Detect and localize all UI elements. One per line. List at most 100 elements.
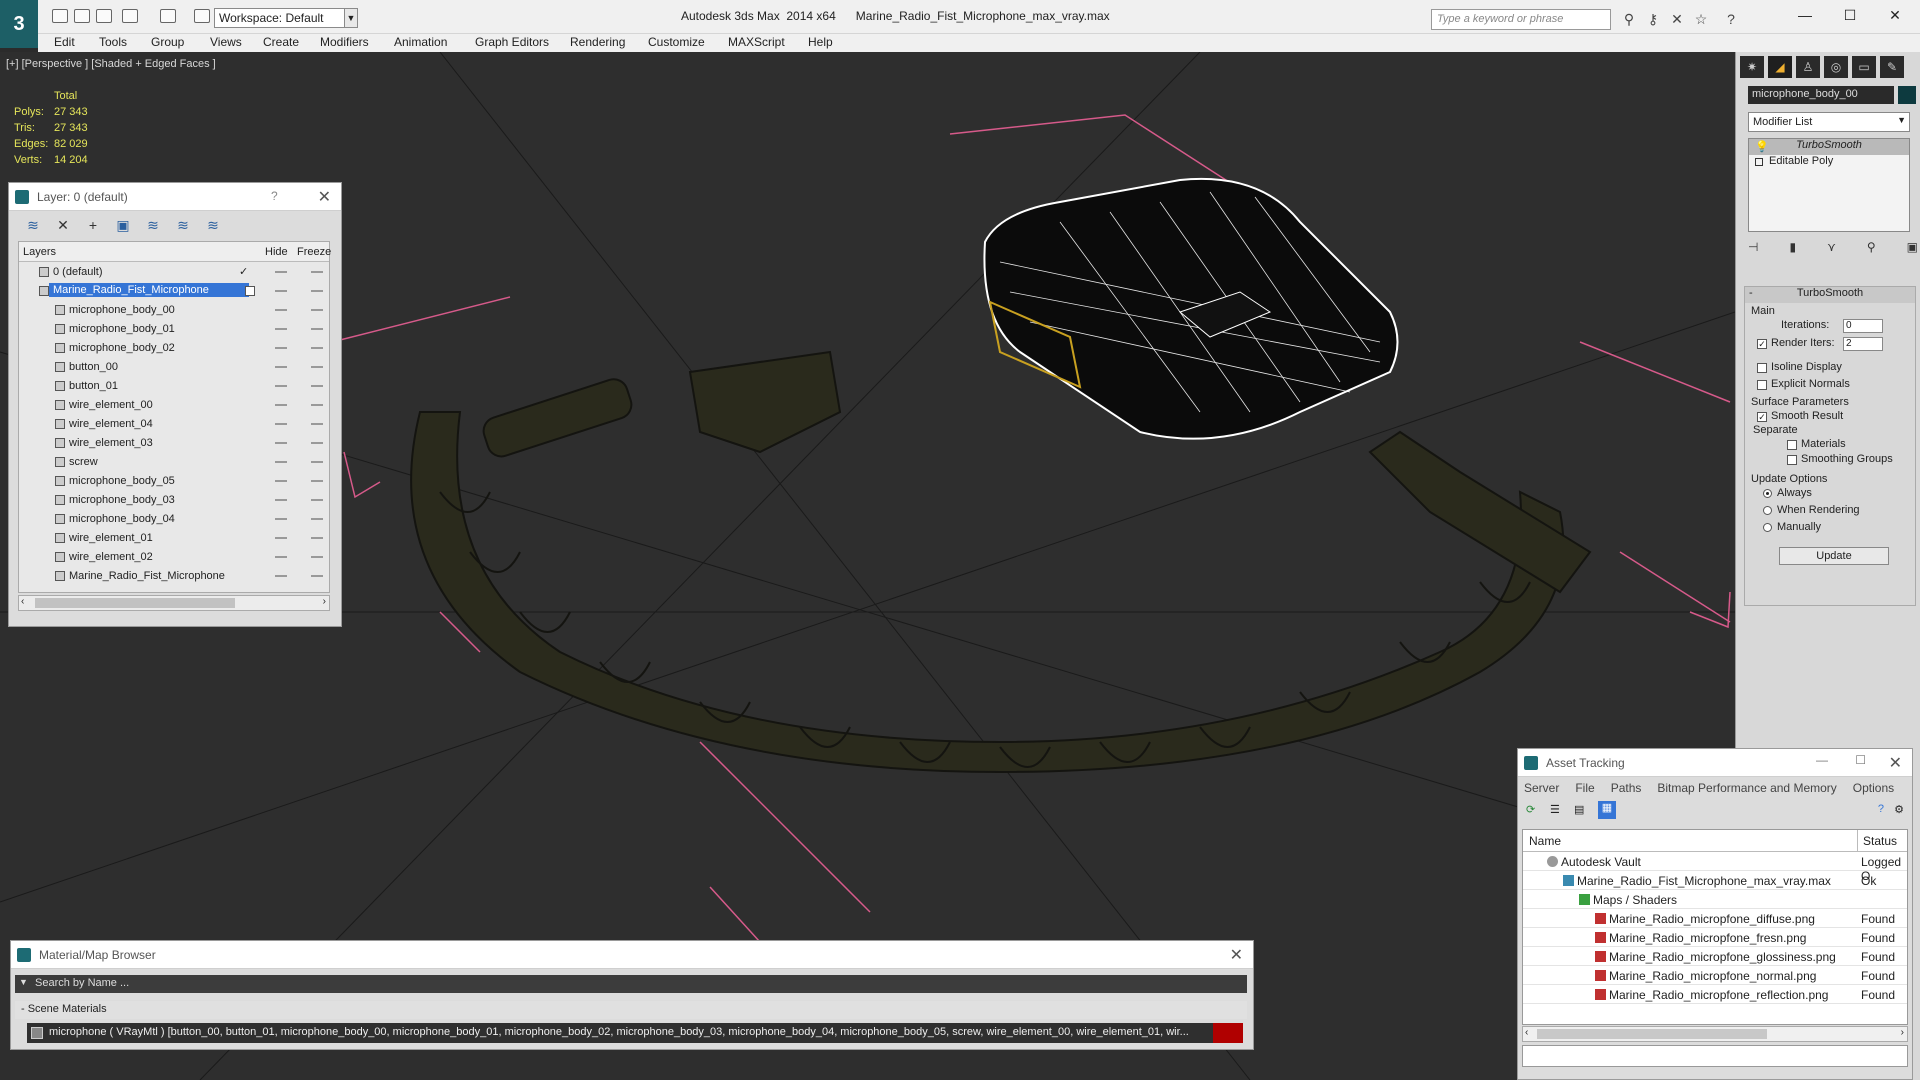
scroll-left-icon[interactable]: ‹ [1525,1027,1528,1038]
remove-modifier-icon[interactable]: ⚲ [1867,240,1876,260]
display-tab-icon[interactable]: ▭ [1852,56,1876,78]
hide-toggle[interactable] [275,575,287,577]
freeze-toggle[interactable] [311,442,323,444]
delete-layer-icon[interactable]: ✕ [53,217,73,235]
column-layers[interactable]: Layers [23,246,56,258]
refresh-icon[interactable]: ⟳ [1526,803,1535,816]
hide-toggle[interactable] [275,442,287,444]
project-folder-icon[interactable] [194,9,210,23]
hide-toggle[interactable] [275,556,287,558]
material-search-input[interactable]: ▼ Search by Name ... [15,975,1247,993]
column-status[interactable]: Status [1863,834,1897,848]
column-name[interactable]: Name [1529,834,1561,848]
update-button[interactable]: Update [1779,547,1889,565]
binoculars-icon[interactable]: ⚲ [1621,11,1637,27]
column-hide[interactable]: Hide [265,246,288,258]
asset-horizontal-scrollbar[interactable]: ‹ › [1522,1026,1908,1042]
scroll-left-icon[interactable]: ‹ [21,596,24,607]
hide-toggle[interactable] [275,309,287,311]
menu-server[interactable]: Server [1524,781,1559,795]
layer-row[interactable]: wire_element_03 [19,434,329,453]
smoothing-groups-checkbox[interactable] [1787,455,1797,465]
hide-toggle[interactable] [275,423,287,425]
layer-row[interactable]: wire_element_04 [19,415,329,434]
layer-list[interactable]: Layers Hide Freeze 0 (default) ✓ Marine_R… [18,241,331,593]
chevron-down-icon[interactable]: ▼ [19,977,28,987]
help-icon[interactable]: ? [1878,803,1884,815]
utilities-tab-icon[interactable]: ✎ [1880,56,1904,78]
asset-row[interactable]: Marine_Radio_micropfone_normal.png Found [1523,966,1907,985]
collapse-icon[interactable]: - [1749,287,1753,299]
viewport-label[interactable]: [+] [Perspective ] [Shaded + Edged Faces… [6,58,216,70]
menu-options[interactable]: Options [1853,781,1894,795]
tree-view-icon[interactable]: ▤ [1574,803,1584,816]
freeze-toggle[interactable] [311,480,323,482]
isoline-checkbox[interactable] [1757,363,1767,373]
asset-row[interactable]: Maps / Shaders [1523,890,1907,909]
layer-row[interactable]: 0 (default) ✓ [19,263,329,282]
scene-materials-group[interactable]: - Scene Materials [15,1001,1247,1019]
select-objects-icon[interactable]: ▣ [113,217,133,235]
layer-row[interactable]: button_01 [19,377,329,396]
freeze-toggle[interactable] [311,328,323,330]
maximize-button[interactable]: ☐ [1855,753,1866,767]
table-view-icon[interactable]: ▦ [1598,801,1616,819]
layer-row[interactable]: microphone_body_00 [19,301,329,320]
create-layer-icon[interactable]: ≋ [23,217,43,235]
freeze-toggle[interactable] [311,575,323,577]
layer-row[interactable]: wire_element_02 [19,548,329,567]
create-tab-icon[interactable]: ✷ [1740,56,1764,78]
layer-row[interactable]: Marine_Radio_Fist_Microphone [19,567,329,586]
scrollbar-thumb[interactable] [35,598,235,608]
highlight-layer-icon[interactable]: ≋ [143,217,163,235]
hide-toggle[interactable] [275,537,287,539]
freeze-toggle[interactable] [311,309,323,311]
menu-views[interactable]: Views [210,35,242,49]
make-unique-icon[interactable]: ⋎ [1827,240,1836,260]
hide-toggle[interactable] [275,271,287,273]
close-icon[interactable]: ✕ [318,187,331,207]
hide-all-layers-icon[interactable]: ≋ [173,217,193,235]
maximize-button[interactable]: ☐ [1835,5,1865,25]
minimize-button[interactable]: — [1790,5,1820,25]
freeze-toggle[interactable] [311,290,323,292]
minimize-button[interactable]: — [1816,753,1828,767]
close-icon[interactable]: ✕ [1230,945,1243,965]
menu-rendering[interactable]: Rendering [570,35,625,49]
lightbulb-icon[interactable]: 💡 [1755,140,1769,153]
layer-row[interactable]: microphone_body_02 [19,339,329,358]
star-icon[interactable]: ☆ [1693,11,1709,27]
motion-tab-icon[interactable]: ◎ [1824,56,1848,78]
redo-icon[interactable] [160,9,176,23]
menu-group[interactable]: Group [151,35,184,49]
configure-sets-icon[interactable]: ▣ [1907,240,1918,260]
freeze-toggle[interactable] [311,499,323,501]
menu-tools[interactable]: Tools [99,35,127,49]
object-name-field[interactable]: microphone_body_00 [1748,86,1894,104]
modifier-stack[interactable]: 💡 TurboSmooth Editable Poly [1748,138,1910,232]
material-panel-titlebar[interactable]: Material/Map Browser ✕ [11,941,1253,969]
hide-toggle[interactable] [275,404,287,406]
asset-panel-titlebar[interactable]: Asset Tracking — ☐ ✕ [1518,749,1912,777]
hide-toggle[interactable] [275,366,287,368]
material-item[interactable]: microphone ( VRayMtl ) [button_00, butto… [27,1023,1243,1043]
menu-paths[interactable]: Paths [1611,781,1642,795]
hide-toggle[interactable] [275,480,287,482]
layer-row[interactable]: wire_element_01 [19,529,329,548]
layer-row[interactable]: wire_element_00 [19,396,329,415]
menu-graph-editors[interactable]: Graph Editors [475,35,549,49]
close-icon[interactable]: ✕ [1889,753,1902,773]
asset-row[interactable]: Marine_Radio_micropfone_diffuse.png Found [1523,909,1907,928]
column-freeze[interactable]: Freeze [297,246,331,258]
hide-toggle[interactable] [275,328,287,330]
chevron-down-icon[interactable]: ▼ [344,8,358,28]
freeze-toggle[interactable] [311,347,323,349]
hide-toggle[interactable] [275,290,287,292]
layer-row[interactable]: Marine_Radio_Fist_Microphone [19,282,329,301]
layer-row[interactable]: microphone_body_01 [19,320,329,339]
freeze-toggle[interactable] [311,404,323,406]
asset-row[interactable]: Marine_Radio_micropfone_glossiness.png Fo… [1523,947,1907,966]
communication-icon[interactable]: ✕ [1669,11,1685,27]
help-icon[interactable]: ? [1723,11,1739,27]
layer-horizontal-scrollbar[interactable]: ‹ › [18,595,330,611]
